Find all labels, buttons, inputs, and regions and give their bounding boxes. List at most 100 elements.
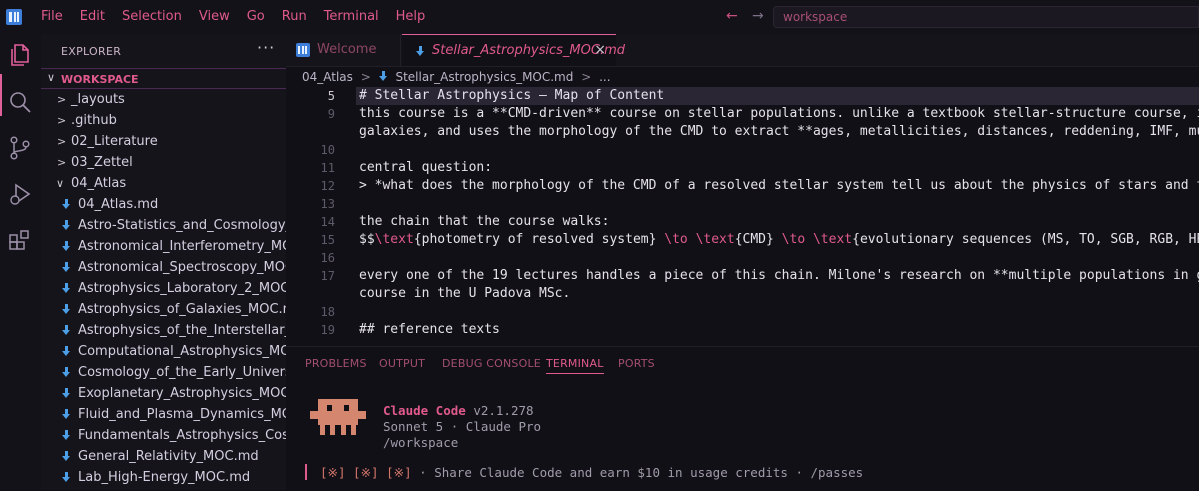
breadcrumb-folder[interactable]: 04_Atlas <box>302 70 353 84</box>
promo-line: [※] [※] [※] · Share Claude Code and earn… <box>320 465 863 480</box>
markdown-file-icon <box>378 71 388 82</box>
more-actions-icon[interactable]: ··· <box>257 38 275 57</box>
markdown-file-icon <box>62 367 71 378</box>
tree-file[interactable]: Fundamentals_Astrophysics_Cosmol... <box>41 425 286 446</box>
file-label: Fluid_and_Plasma_Dynamics_MOC.... <box>78 407 286 422</box>
tree-folder[interactable]: > _layouts <box>41 89 286 110</box>
tab-ports[interactable]: PORTS <box>618 357 655 370</box>
chevron-down-icon: ∨ <box>56 177 65 190</box>
tab-stellar-astrophysics[interactable]: Stellar_Astrophysics_MOC.md × <box>402 34 625 66</box>
tree-folder[interactable]: > .github <box>41 110 286 131</box>
tab-terminal[interactable]: TERMINAL <box>546 357 604 374</box>
markdown-file-icon <box>62 199 71 210</box>
workspace-section[interactable]: ∨ WORKSPACE <box>41 68 286 89</box>
tab-welcome[interactable]: Welcome <box>286 34 401 66</box>
markdown-file-icon <box>62 388 71 399</box>
code-line: 16 <box>286 249 1199 267</box>
markdown-file-icon <box>62 325 71 336</box>
tree-folder-open[interactable]: ∨ 04_Atlas <box>41 173 286 194</box>
editor-tabs: Welcome Stellar_Astrophysics_MOC.md × <box>286 34 1199 67</box>
file-label: Astronomical_Interferometry_MOC.... <box>78 239 286 254</box>
tree-folder[interactable]: >02_Literature <box>41 131 286 152</box>
explorer-sidebar: EXPLORER ··· ∨ WORKSPACE > _layouts > .gith… <box>41 34 287 490</box>
claude-cwd: /workspace <box>383 435 459 450</box>
tree-file[interactable]: Computational_Astrophysics_MOC.... <box>41 341 286 362</box>
file-label: 04_Atlas.md <box>78 197 159 212</box>
claude-version: v2.1.278 <box>473 403 534 418</box>
tree-file[interactable]: Fluid_and_Plasma_Dynamics_MOC.... <box>41 404 286 425</box>
file-label: Astrophysics_of_the_Interstellar_Me... <box>78 323 286 338</box>
search-icon[interactable] <box>7 89 33 115</box>
search-placeholder: workspace <box>783 10 848 24</box>
tree-file[interactable]: Astronomical_Interferometry_MOC.... <box>41 236 286 257</box>
tree-folder[interactable]: >03_Zettel <box>41 152 286 173</box>
tab-problems[interactable]: PROBLEMS <box>305 357 367 370</box>
tree-file[interactable]: Cosmology_of_the_Early_Universe_... <box>41 362 286 383</box>
command-center-search[interactable]: workspace <box>773 6 1199 28</box>
breadcrumb-symbols[interactable]: ... <box>599 70 610 84</box>
menu-bar: File Edit Selection View Go Run Terminal Help <box>41 0 442 34</box>
title-bar: File Edit Selection View Go Run Terminal Help ←… <box>0 0 1199 35</box>
line-text: > *what does the morphology of the CMD o… <box>359 178 1199 193</box>
menu-edit[interactable]: Edit <box>80 0 105 34</box>
line-number: 19 <box>320 323 335 337</box>
menu-go[interactable]: Go <box>247 0 265 34</box>
tree-file[interactable]: Astrophysics_of_Galaxies_MOC.md <box>41 299 286 320</box>
arrow-right-icon[interactable]: → <box>752 8 764 24</box>
claude-mascot-icon <box>310 399 366 441</box>
tree-file[interactable]: Astrophysics_Laboratory_2_MOC.md <box>41 278 286 299</box>
tree-file[interactable]: Astronomical_Spectroscopy_MOC.md <box>41 257 286 278</box>
extensions-icon[interactable] <box>7 227 33 253</box>
math-delimiter: $$ <box>359 232 375 247</box>
tree-file[interactable]: Lab_High-Energy_MOC.md <box>41 467 286 488</box>
files-icon[interactable] <box>7 42 33 68</box>
menu-run[interactable]: Run <box>282 0 307 34</box>
claude-model: Sonnet 5 · Claude Pro <box>383 419 542 434</box>
file-label: Lab_High-Energy_MOC.md <box>78 470 251 485</box>
line-number: 11 <box>320 161 335 175</box>
tab-output[interactable]: OUTPUT <box>379 357 425 370</box>
menu-terminal[interactable]: Terminal <box>324 0 379 34</box>
breadcrumb: 04_Atlas > Stellar_Astrophysics_MOC.md >… <box>302 70 611 84</box>
menu-help[interactable]: Help <box>396 0 426 34</box>
tree-file[interactable]: Astrophysics_of_the_Interstellar_Me... <box>41 320 286 341</box>
breadcrumb-file[interactable]: Stellar_Astrophysics_MOC.md <box>395 70 573 84</box>
run-debug-icon[interactable] <box>7 181 33 207</box>
file-tree: > _layouts > .github >02_Literature >03_Zette… <box>41 89 286 488</box>
markdown-file-icon <box>62 409 71 420</box>
vscode-logo-icon <box>296 43 310 57</box>
tree-file[interactable]: Exoplanetary_Astrophysics_MOC.md <box>41 383 286 404</box>
source-control-icon[interactable] <box>7 135 33 161</box>
chevron-right-icon: > <box>360 70 371 84</box>
code-line: 11 central question: <box>286 159 1199 177</box>
markdown-file-icon <box>62 472 71 483</box>
file-label: Fundamentals_Astrophysics_Cosmol... <box>78 428 286 443</box>
code-view[interactable]: 5 # Stellar Astrophysics — Map of Content… <box>286 87 1199 346</box>
code-line: course in the U Padova MSc. <box>286 285 1199 303</box>
chevron-right-icon: > <box>57 93 67 106</box>
code-line: 10 <box>286 141 1199 159</box>
line-number: 15 <box>320 233 335 247</box>
arrow-left-icon[interactable]: ← <box>726 8 738 24</box>
latex-command: \to <box>664 232 688 247</box>
chevron-down-icon: ∨ <box>47 71 56 84</box>
prompt-indicator <box>305 464 307 480</box>
bottom-panel: PROBLEMS OUTPUT DEBUG CONSOLE TERMINAL P… <box>286 346 1199 491</box>
latex-text: {CMD} <box>734 232 782 247</box>
markdown-file-icon <box>62 304 71 315</box>
latex-command: \text <box>374 232 414 247</box>
close-icon[interactable]: × <box>594 42 606 58</box>
line-text: galaxies, and uses the morphology of the… <box>359 124 1199 139</box>
tree-file[interactable]: General_Relativity_MOC.md <box>41 446 286 467</box>
chevron-right-icon: > <box>581 70 592 84</box>
file-label: General_Relativity_MOC.md <box>78 449 259 464</box>
menu-file[interactable]: File <box>41 0 63 34</box>
folder-label: 02_Literature <box>71 134 158 149</box>
code-line: 12 > *what does the morphology of the CMD… <box>286 177 1199 195</box>
menu-view[interactable]: View <box>199 0 230 34</box>
menu-selection[interactable]: Selection <box>122 0 182 34</box>
code-line: 5 # Stellar Astrophysics — Map of Content <box>286 87 1199 105</box>
tab-debug-console[interactable]: DEBUG CONSOLE <box>442 357 541 370</box>
tree-file[interactable]: 04_Atlas.md <box>41 194 286 215</box>
tree-file[interactable]: Astro-Statistics_and_Cosmology_M... <box>41 215 286 236</box>
